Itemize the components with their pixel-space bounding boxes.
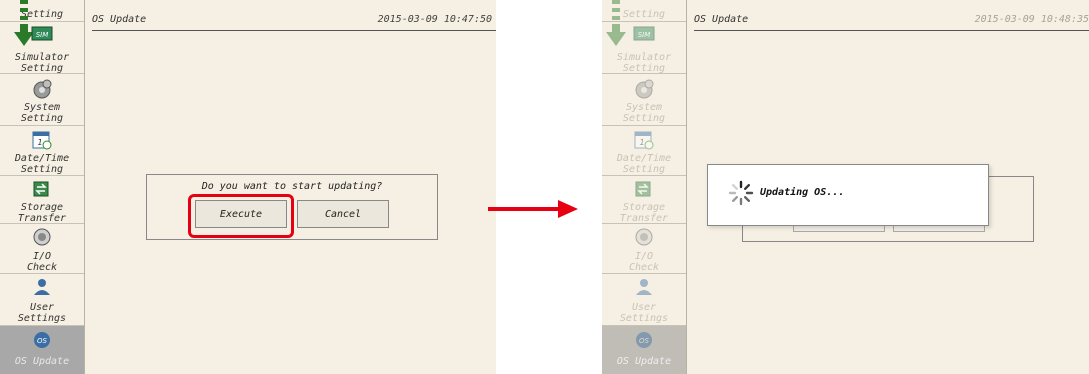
sidebar-item-simulator[interactable]: SIM Simulator Setting [0,22,84,74]
sidebar-item-system[interactable]: System Setting [0,74,84,126]
sidebar-item-label: Simulator Setting [616,52,672,74]
svg-text:OS: OS [639,337,650,345]
sidebar-item-io[interactable]: I/O Check [602,224,686,274]
sidebar-item-setting[interactable]: Setting [0,0,84,22]
sidebar-item-label: OS Update [14,356,70,367]
page-title: OS Update [694,14,749,25]
sidebar-item-label: System Setting [20,102,64,124]
sidebar-item-label: Simulator Setting [14,52,70,74]
io-check-icon [635,228,653,246]
svg-text:SIM: SIM [638,31,651,39]
sidebar-item-label: System Setting [622,102,666,124]
sidebar-item-label: Storage Transfer [17,202,67,224]
sidebar-item-user[interactable]: User Settings [602,274,686,326]
sidebar: Setting SIM Simulator Setting System Set… [602,0,687,374]
svg-text:SIM: SIM [36,31,49,39]
sidebar-item-storage[interactable]: Storage Transfer [0,176,84,224]
sidebar-item-label: Setting [20,9,64,20]
left-screen: Setting SIM Simulator Setting System Set… [0,0,496,374]
sidebar-item-datetime[interactable]: 1 Date/Time Setting [602,126,686,176]
highlight-box [188,194,294,238]
user-icon [34,279,50,295]
timestamp: 2015-03-09 10:48:35 [974,14,1089,25]
progress-popup: Updating OS... [707,164,989,226]
sidebar-item-label: User Settings [17,302,67,324]
os-update-icon: OS [636,332,652,348]
storage-transfer-icon [33,181,49,197]
right-screen: Setting SIM Simulator Setting System Set… [602,0,1089,374]
sidebar-item-label: Storage Transfer [619,202,669,224]
sidebar: Setting SIM Simulator Setting System Set… [0,0,85,374]
gear-icon [33,79,52,99]
sidebar-item-storage[interactable]: Storage Transfer [602,176,686,224]
timestamp: 2015-03-09 10:47:50 [377,14,492,25]
io-check-icon [33,228,51,246]
sim-icon: SIM [31,26,53,41]
svg-text:1: 1 [37,138,42,147]
transition-arrow-icon [488,200,578,218]
sim-icon: SIM [633,26,655,41]
page-title: OS Update [92,14,147,25]
calendar-icon: 1 [32,131,52,150]
svg-text:1: 1 [639,138,644,147]
calendar-icon: 1 [634,131,654,150]
sidebar-item-user[interactable]: User Settings [0,274,84,326]
cancel-button[interactable]: Cancel [297,200,389,228]
header: OS Update 2015-03-09 10:47:50 [92,10,496,31]
os-update-icon: OS [34,332,50,348]
sidebar-item-label: I/O Check [26,251,58,273]
sidebar-item-datetime[interactable]: 1 Date/Time Setting [0,126,84,176]
dialog-question: Do you want to start updating? [201,181,383,192]
header: OS Update 2015-03-09 10:48:35 [694,10,1089,31]
user-icon [636,279,652,295]
sidebar-item-io[interactable]: I/O Check [0,224,84,274]
sidebar-item-label: I/O Check [628,251,660,273]
sidebar-item-system[interactable]: System Setting [602,74,686,126]
sidebar-item-label: OS Update [616,356,672,367]
storage-transfer-icon [635,181,651,197]
sidebar-item-simulator[interactable]: SIM Simulator Setting [602,22,686,74]
progress-message: Updating OS... [760,187,845,198]
sidebar-item-os-update[interactable]: OS OS Update [0,326,84,374]
svg-text:OS: OS [37,337,48,345]
sidebar-item-label: User Settings [619,302,669,324]
sidebar-item-label: Date/Time Setting [616,153,672,175]
sidebar-item-os-update[interactable]: OS OS Update [602,326,686,374]
sidebar-item-label: Date/Time Setting [14,153,70,175]
loading-spinner-icon [728,180,754,206]
gear-icon [635,79,654,99]
